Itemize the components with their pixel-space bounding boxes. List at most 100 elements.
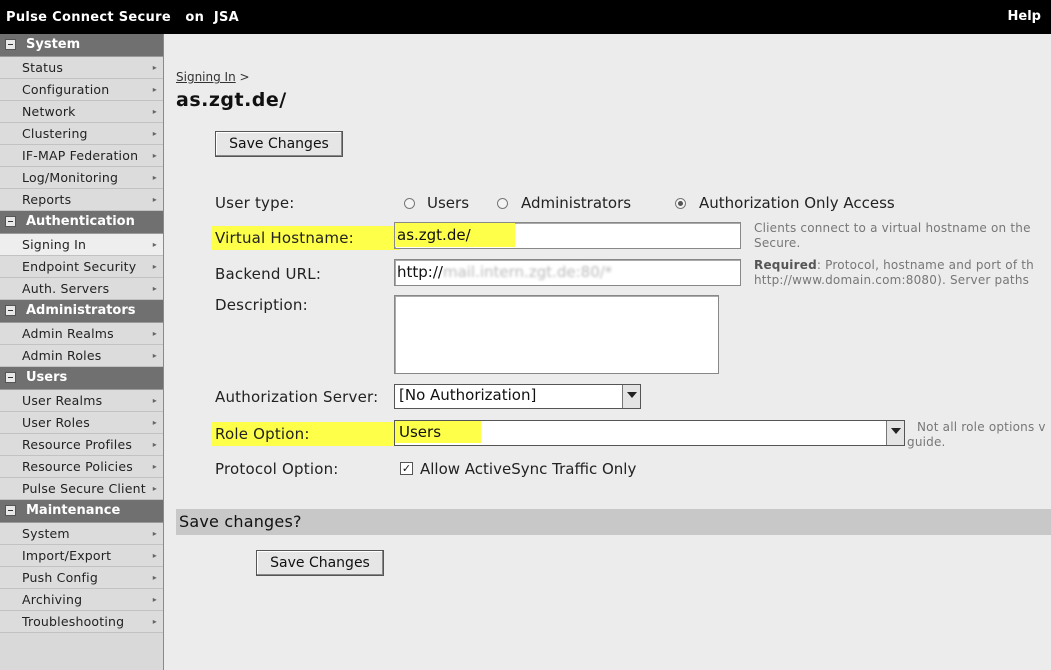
collapse-icon[interactable] (5, 505, 16, 516)
protocol-option-label: Protocol Option: (215, 460, 339, 478)
sidebar-item-label: Pulse Secure Client (22, 481, 146, 496)
save-changes-button-bottom[interactable]: Save Changes (256, 550, 384, 576)
sidebar-section-system[interactable]: System (0, 34, 163, 57)
sidebar-item-archiving[interactable]: Archiving ▸ (0, 589, 163, 611)
chevron-right-icon: ▸ (152, 329, 157, 338)
sidebar-section-maintenance[interactable]: Maintenance (0, 500, 163, 523)
sidebar-section-label: System (26, 37, 81, 52)
sidebar-item-label: Archiving (22, 592, 83, 607)
chevron-right-icon: ▸ (152, 484, 157, 493)
sidebar-item-user-realms[interactable]: User Realms ▸ (0, 390, 163, 412)
chevron-right-icon: ▸ (152, 617, 157, 626)
chevron-right-icon: ▸ (152, 240, 157, 249)
chevron-right-icon: ▸ (152, 262, 157, 271)
chevron-right-icon: ▸ (152, 351, 157, 360)
activesync-checkbox-label: Allow ActiveSync Traffic Only (420, 460, 637, 478)
sidebar-item-label: Network (22, 104, 76, 119)
backend-url-value-prefix: http:// (397, 263, 443, 281)
sidebar-item-label: IF-MAP Federation (22, 148, 139, 163)
radio-authorization-only-access[interactable] (675, 198, 686, 209)
app-title: Pulse Connect Secure on JSA (6, 10, 240, 25)
sidebar-item-label: Push Config (22, 570, 98, 585)
chevron-right-icon: ▸ (152, 85, 157, 94)
chevron-right-icon: ▸ (152, 418, 157, 427)
help-link[interactable]: Help (1008, 9, 1041, 24)
description-label: Description: (215, 296, 308, 314)
sidebar-item-user-roles[interactable]: User Roles ▸ (0, 412, 163, 434)
sidebar-item-label: Signing In (22, 237, 87, 252)
chevron-right-icon: ▸ (152, 284, 157, 293)
top-bar: Pulse Connect Secure on JSA Help (0, 0, 1051, 34)
virtual-hostname-help: Clients connect to a virtual hostname on… (754, 221, 1031, 251)
sidebar-item-log-monitoring[interactable]: Log/Monitoring ▸ (0, 167, 163, 189)
virtual-hostname-input[interactable]: as.zgt.de/ (394, 222, 741, 249)
virtual-hostname-help-line2: Secure. (754, 236, 801, 250)
sidebar-item-endpoint-security[interactable]: Endpoint Security ▸ (0, 256, 163, 278)
chevron-down-icon[interactable] (886, 421, 904, 445)
sidebar-item-admin-roles[interactable]: Admin Roles ▸ (0, 345, 163, 367)
sidebar-item-admin-realms[interactable]: Admin Realms ▸ (0, 323, 163, 345)
sidebar-item-reports[interactable]: Reports ▸ (0, 189, 163, 211)
sidebar-item-pulse-secure-client[interactable]: Pulse Secure Client ▸ (0, 478, 163, 500)
breadcrumb: Signing In > (176, 70, 250, 84)
chevron-right-icon: ▸ (152, 551, 157, 560)
sidebar-item-resource-policies[interactable]: Resource Policies ▸ (0, 456, 163, 478)
description-textarea[interactable] (394, 295, 719, 374)
backend-url-help: Required: Protocol, hostname and port of… (754, 258, 1034, 288)
sidebar-item-configuration[interactable]: Configuration ▸ (0, 79, 163, 101)
sidebar-item-label: System (22, 526, 70, 541)
save-changes-button-top[interactable]: Save Changes (215, 131, 343, 157)
sidebar-item-resource-profiles[interactable]: Resource Profiles ▸ (0, 434, 163, 456)
sidebar-item-label: Reports (22, 192, 72, 207)
sidebar-section-authentication[interactable]: Authentication (0, 211, 163, 234)
sidebar-item-auth-servers[interactable]: Auth. Servers ▸ (0, 278, 163, 300)
chevron-right-icon: ▸ (152, 173, 157, 182)
backend-url-help-required: Required (754, 258, 817, 272)
sidebar-item-signing-in[interactable]: Signing In ▸ (0, 234, 163, 256)
radio-administrators[interactable] (497, 198, 508, 209)
sidebar-item-label: Admin Realms (22, 326, 114, 341)
authorization-server-label: Authorization Server: (215, 388, 379, 406)
role-option-help-line2: guide. (907, 435, 946, 449)
breadcrumb-link-signing-in[interactable]: Signing In (176, 70, 236, 84)
virtual-hostname-label: Virtual Hostname: (212, 226, 400, 250)
chevron-right-icon: ▸ (152, 396, 157, 405)
save-changes-section-title: Save changes? (176, 509, 1051, 535)
collapse-icon[interactable] (5, 39, 16, 50)
collapse-icon[interactable] (5, 372, 16, 383)
sidebar-item-clustering[interactable]: Clustering ▸ (0, 123, 163, 145)
sidebar-item-status[interactable]: Status ▸ (0, 57, 163, 79)
collapse-icon[interactable] (5, 305, 16, 316)
radio-users[interactable] (404, 198, 415, 209)
radio-administrators-label: Administrators (521, 194, 632, 212)
radio-users-label: Users (427, 194, 470, 212)
sidebar-item-if-map-federation[interactable]: IF-MAP Federation ▸ (0, 145, 163, 167)
authorization-server-select[interactable]: [No Authorization] (394, 384, 641, 409)
sidebar-item-label: Troubleshooting (22, 614, 125, 629)
sidebar-item-network[interactable]: Network ▸ (0, 101, 163, 123)
sidebar-item-import-export[interactable]: Import/Export ▸ (0, 545, 163, 567)
chevron-right-icon: ▸ (152, 595, 157, 604)
sidebar-section-label: Administrators (26, 303, 136, 318)
sidebar-item-push-config[interactable]: Push Config ▸ (0, 567, 163, 589)
virtual-hostname-value: as.zgt.de/ (395, 223, 515, 247)
collapse-icon[interactable] (5, 216, 16, 227)
role-option-select[interactable]: Users (394, 420, 905, 446)
user-type-label: User type: (215, 194, 295, 212)
sidebar-item-system[interactable]: System ▸ (0, 523, 163, 545)
sidebar-section-administrators[interactable]: Administrators (0, 300, 163, 323)
sidebar-item-label: Admin Roles (22, 348, 102, 363)
sidebar-item-label: Clustering (22, 126, 88, 141)
sidebar-item-troubleshooting[interactable]: Troubleshooting ▸ (0, 611, 163, 633)
sidebar-item-label: User Roles (22, 415, 90, 430)
sidebar-item-label: Log/Monitoring (22, 170, 119, 185)
sidebar-section-label: Authentication (26, 214, 135, 229)
main-content: Signing In > as.zgt.de/ Save Changes Use… (164, 34, 1051, 670)
role-option-value: Users (395, 421, 481, 443)
chevron-down-icon[interactable] (622, 385, 640, 408)
backend-url-input[interactable]: http://mail.intern.zgt.de:80/* (394, 259, 741, 286)
activesync-checkbox[interactable]: ✓ (400, 462, 413, 475)
sidebar-section-users[interactable]: Users (0, 367, 163, 390)
sidebar-item-label: Auth. Servers (22, 281, 110, 296)
chevron-right-icon: ▸ (152, 195, 157, 204)
